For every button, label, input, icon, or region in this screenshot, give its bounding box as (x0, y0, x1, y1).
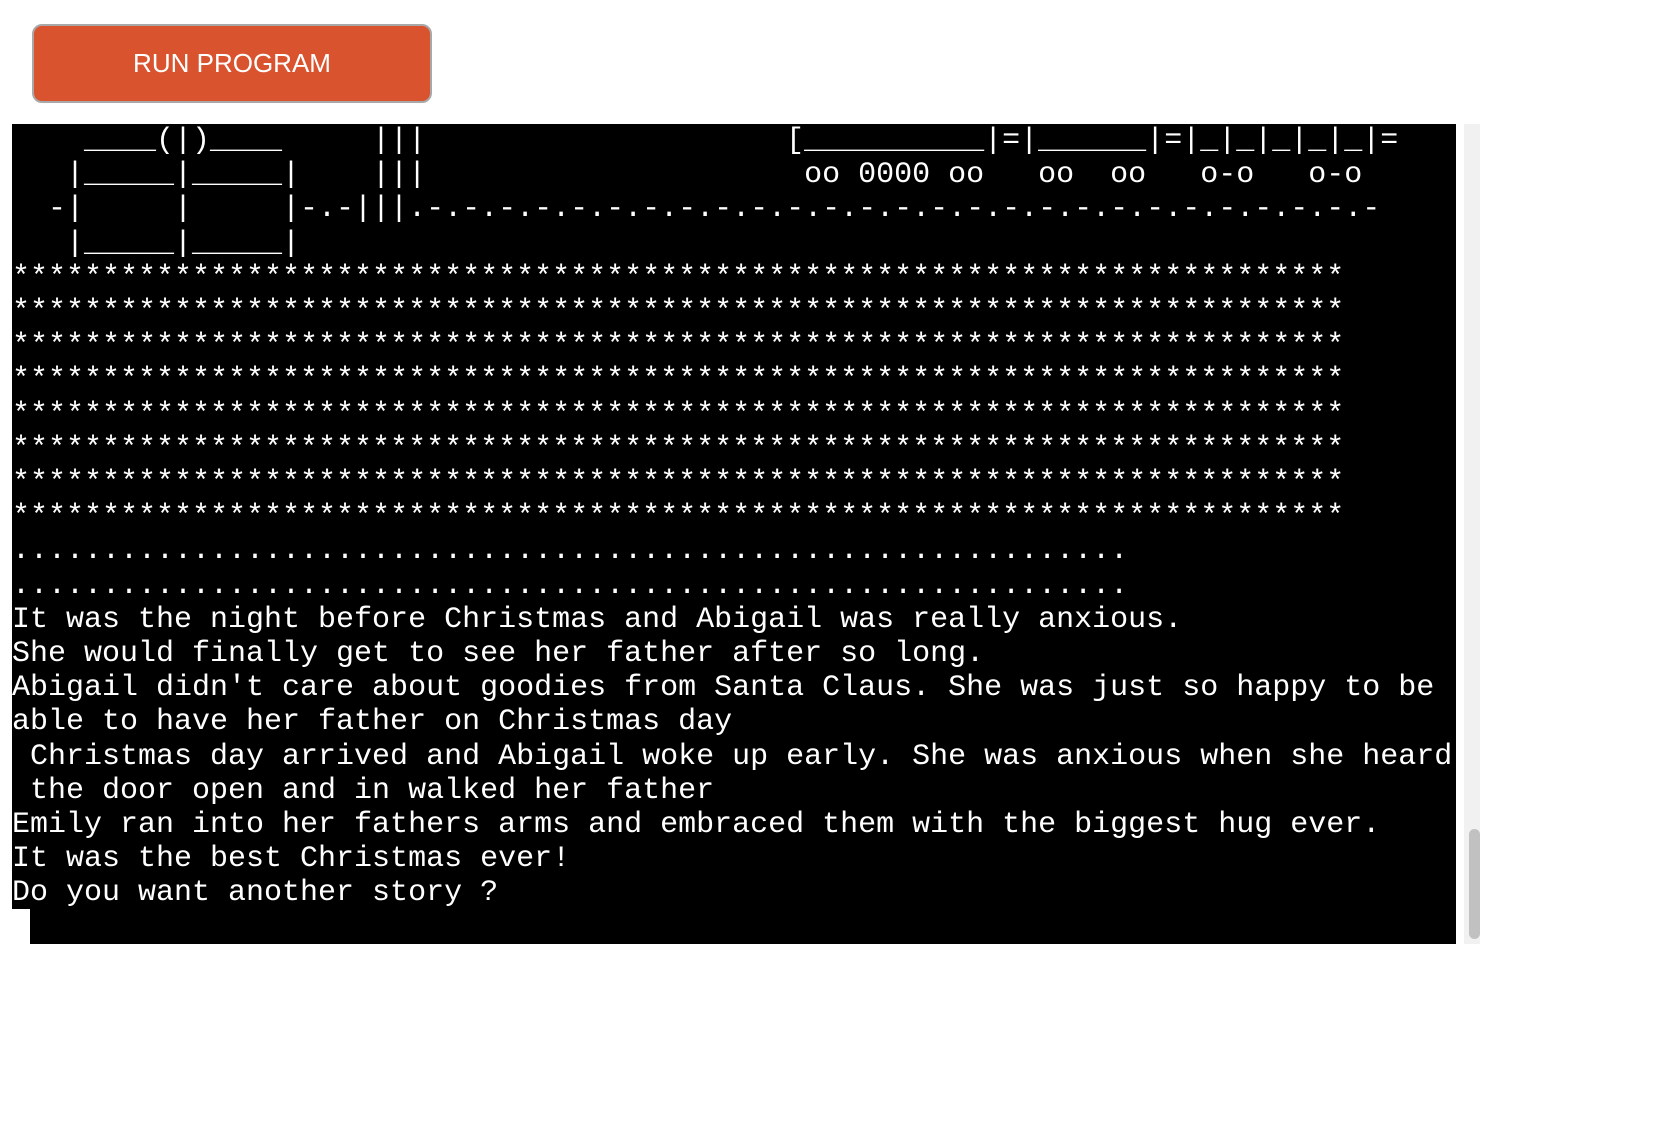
scrollbar-track[interactable] (1464, 124, 1480, 944)
input-cursor (12, 909, 30, 944)
terminal-output[interactable]: ____(|)____ ||| [__________|=|______|=|_… (12, 124, 1456, 944)
terminal-text: ____(|)____ ||| [__________|=|______|=|_… (12, 124, 1453, 911)
run-program-button[interactable]: RUN PROGRAM (32, 24, 432, 103)
terminal-panel: ____(|)____ ||| [__________|=|______|=|_… (12, 124, 1480, 944)
scrollbar-thumb[interactable] (1469, 829, 1480, 939)
